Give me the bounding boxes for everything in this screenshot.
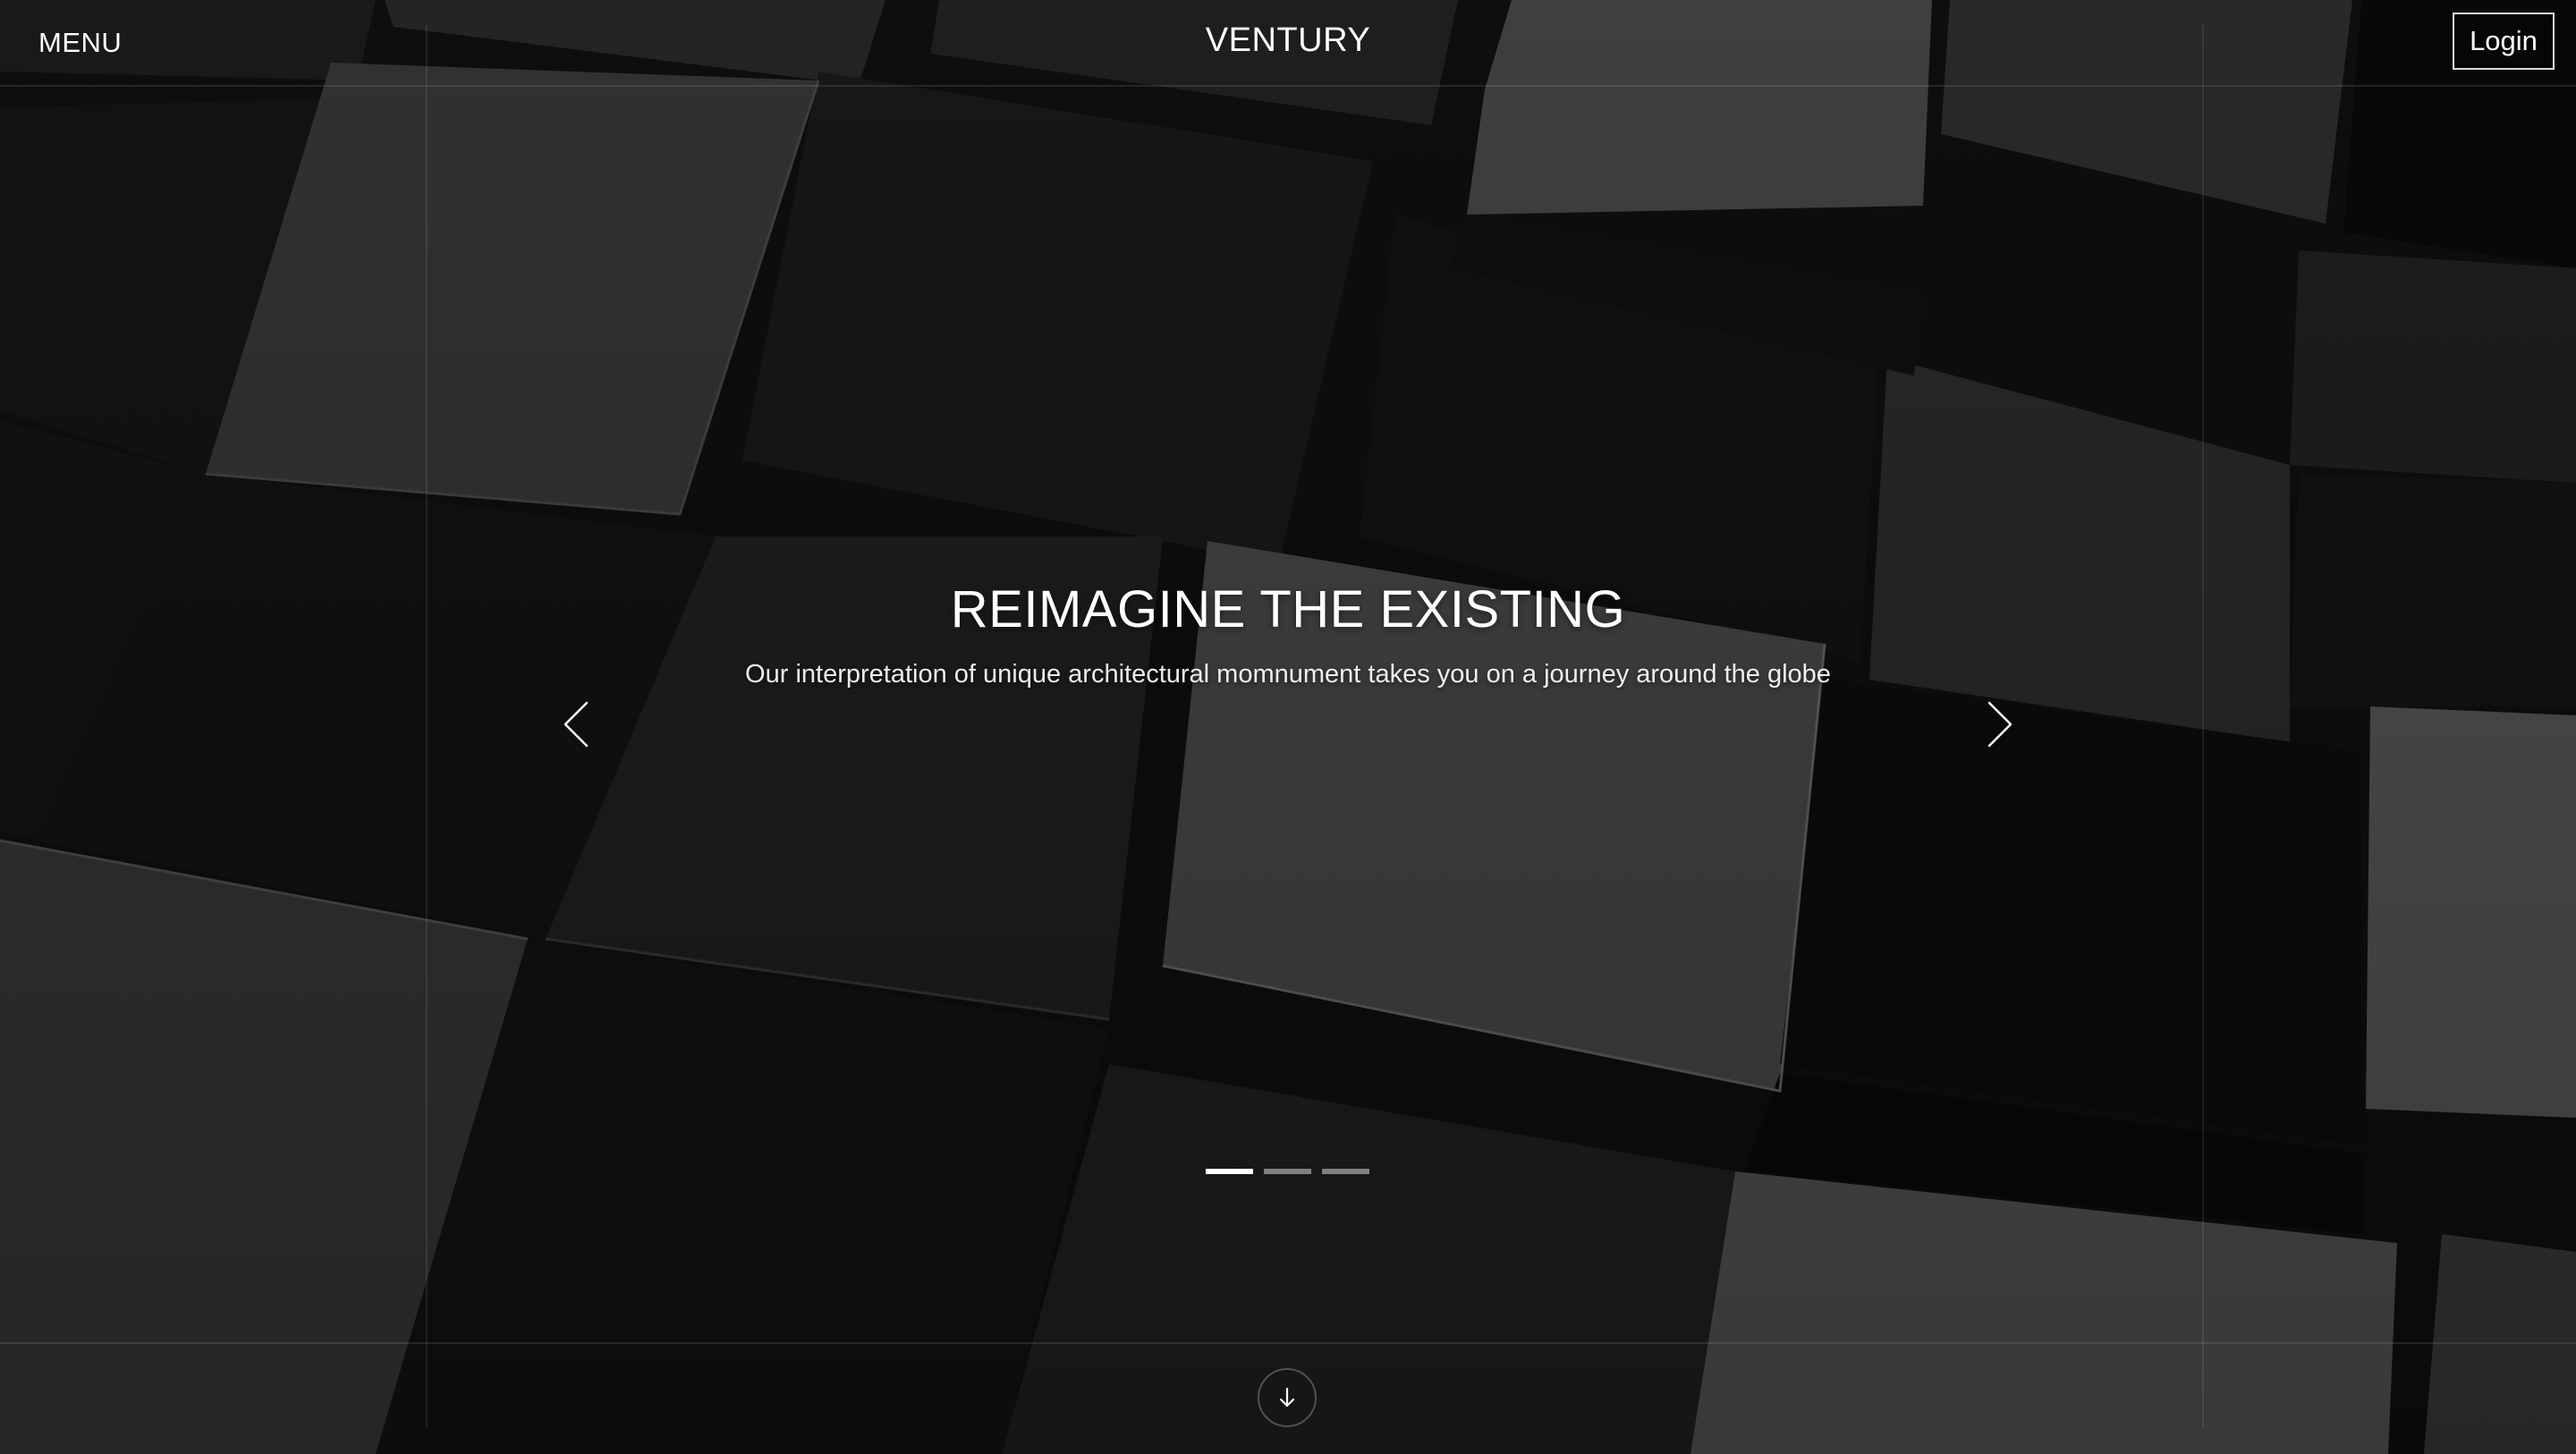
chevron-left-icon (564, 701, 589, 748)
hero-headline: REIMAGINE THE EXISTING (950, 580, 1626, 638)
previous-slide-button[interactable] (553, 697, 606, 751)
menu-button[interactable]: MENU (38, 27, 122, 59)
hero-subline: Our interpretation of unique architectur… (745, 660, 1831, 689)
slide-indicators (1206, 1169, 1369, 1174)
brand-logo[interactable]: VENTURY (1109, 21, 1467, 60)
scroll-down-button[interactable] (1258, 1368, 1317, 1427)
header-divider (0, 85, 2576, 87)
login-button[interactable]: Login (2453, 13, 2555, 70)
hero-section: MENU VENTURY Login REIMAGINE THE EXISTIN… (0, 0, 2576, 1454)
arrow-down-icon (1279, 1387, 1295, 1408)
slide-indicator-3[interactable] (1322, 1169, 1369, 1174)
slide-indicator-2[interactable] (1264, 1169, 1311, 1174)
background-image (0, 0, 2576, 1454)
footer-divider (0, 1342, 2576, 1344)
next-slide-button[interactable] (1970, 697, 2023, 751)
left-guide-line (426, 25, 428, 1427)
right-guide-line (2202, 25, 2204, 1427)
slide-indicator-1[interactable] (1206, 1169, 1253, 1174)
chevron-right-icon (1987, 701, 2012, 748)
